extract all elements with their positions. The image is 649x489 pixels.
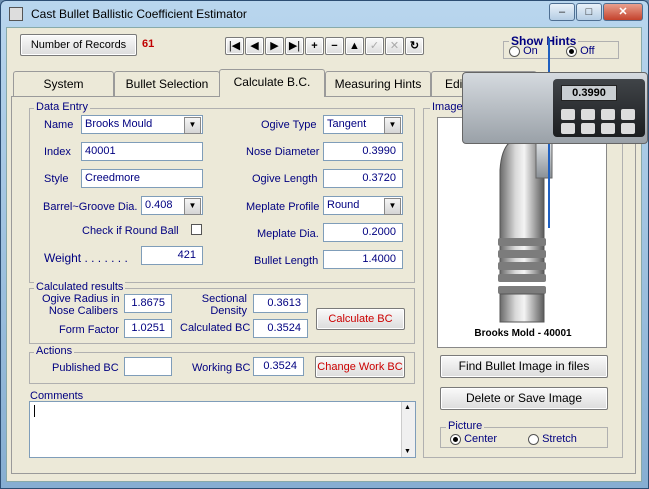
data-entry-legend: Data Entry [34, 101, 90, 113]
text-cursor [34, 405, 35, 417]
published-bc-label: Published BC [52, 362, 119, 374]
edit-record-button[interactable]: ✓ [365, 37, 384, 55]
chevron-down-icon[interactable]: ▼ [184, 117, 201, 134]
calculate-bc-button[interactable]: Calculate BC [316, 308, 405, 330]
close-button[interactable]: ✕ [603, 3, 643, 21]
first-record-button[interactable]: |◀ [225, 37, 244, 55]
barrel-groove-select[interactable]: 0.408 ▼ [141, 196, 203, 215]
caliper-key-icon [581, 123, 595, 134]
published-bc-input[interactable] [124, 357, 172, 376]
barrel-groove-label: Barrel~Groove Dia. [43, 201, 138, 213]
caliper-display-housing: 0.3990 [553, 79, 645, 137]
meplate-profile-label: Meplate Profile [246, 201, 320, 213]
meplate-dia-input[interactable]: 0.2000 [323, 223, 403, 242]
add-record-button[interactable]: + [305, 37, 324, 55]
ogive-type-select[interactable]: Tangent ▼ [323, 115, 403, 134]
style-input[interactable]: Creedmore [81, 169, 203, 188]
caliper-key-icon [561, 123, 575, 134]
radio-circle-icon [528, 433, 539, 445]
tab-calculate-bc[interactable]: Calculate B.C. [219, 69, 325, 97]
image-legend: Image [430, 101, 465, 113]
round-ball-label: Check if Round Ball [82, 225, 179, 237]
actions-legend: Actions [34, 345, 75, 357]
form-factor-label: Form Factor [59, 324, 119, 336]
meplate-dia-label: Meplate Dia. [257, 228, 319, 240]
move-up-button[interactable]: ▲ [345, 37, 364, 55]
round-ball-checkbox[interactable] [191, 224, 202, 235]
index-label: Index [44, 146, 71, 158]
number-of-records-button[interactable]: Number of Records [20, 34, 137, 56]
ogive-type-label: Ogive Type [261, 119, 317, 131]
radio-selected-icon [566, 45, 577, 57]
form-factor-value: 1.0251 [124, 319, 172, 338]
caliper-key-icon [561, 109, 575, 120]
index-input[interactable]: 40001 [81, 142, 203, 161]
name-label: Name [44, 119, 74, 131]
delete-or-save-image-button[interactable]: Delete or Save Image [440, 387, 608, 410]
working-bc-label: Working BC [192, 362, 251, 374]
next-record-button[interactable]: ▶ [265, 37, 284, 55]
bullet-image-caption: Brooks Mold - 40001 [474, 328, 572, 339]
chevron-down-icon[interactable]: ▼ [384, 117, 401, 134]
refresh-button[interactable]: ↻ [405, 37, 424, 55]
window-title: Cast Bullet Ballistic Coefficient Estima… [31, 7, 247, 21]
ogive-radius-value: 1.8675 [124, 294, 172, 313]
radio-selected-icon [450, 433, 461, 445]
caliper-key-icon [621, 123, 635, 134]
app-icon [9, 7, 23, 21]
nose-diameter-label: Nose Diameter [246, 146, 320, 158]
weight-input[interactable]: 421 [141, 246, 203, 265]
calculated-bc-label: Calculated BC [180, 322, 251, 334]
name-select[interactable]: Brooks Mould ▼ [81, 115, 203, 134]
maximize-button[interactable]: □ [576, 3, 602, 21]
chevron-down-icon[interactable]: ▼ [184, 198, 201, 215]
tab-system[interactable]: System [13, 71, 114, 96]
picture-center-radio[interactable]: Center [450, 433, 497, 445]
tab-bullet-selection[interactable]: Bullet Selection [114, 71, 220, 96]
ogive-length-input[interactable]: 0.3720 [323, 169, 403, 188]
previous-record-button[interactable]: ◀ [245, 37, 264, 55]
weight-label: Weight . . . . . . . [44, 251, 128, 265]
picture-legend: Picture [446, 420, 485, 432]
cancel-edit-button[interactable]: ✕ [385, 37, 404, 55]
nose-diameter-input[interactable]: 0.3990 [323, 142, 403, 161]
calculated-results-legend: Calculated results [34, 281, 126, 293]
caliper-key-icon [621, 109, 635, 120]
bullet-length-label: Bullet Length [254, 255, 319, 267]
meplate-profile-select[interactable]: Round ▼ [323, 196, 403, 215]
caliper-key-icon [601, 109, 615, 120]
tab-measuring-hints[interactable]: Measuring Hints [325, 71, 431, 96]
comments-textarea[interactable]: ▲ ▼ [29, 401, 416, 458]
caliper-key-icon [601, 123, 615, 134]
hints-off-radio[interactable]: Off [566, 45, 595, 57]
find-bullet-image-button[interactable]: Find Bullet Image in files [440, 355, 608, 378]
bullet-length-input[interactable]: 1.4000 [323, 250, 403, 269]
last-record-button[interactable]: ▶| [285, 37, 304, 55]
sectional-density-value: 0.3613 [253, 294, 308, 313]
ogive-radius-label: Ogive Radius in Nose Calibers [42, 293, 120, 317]
style-label: Style [44, 173, 69, 185]
bullet-image-panel: Brooks Mold - 40001 [437, 117, 607, 348]
title-bar[interactable]: Cast Bullet Ballistic Coefficient Estima… [1, 1, 648, 27]
sectional-density-label: Sectional Density [201, 293, 247, 317]
chevron-down-icon[interactable]: ▼ [384, 198, 401, 215]
picture-stretch-radio[interactable]: Stretch [528, 433, 577, 445]
records-count: 61 [142, 38, 155, 50]
calculated-bc-value: 0.3524 [253, 319, 308, 338]
caliper-body: 0.3990 [462, 72, 648, 144]
scroll-up-icon[interactable]: ▲ [404, 404, 411, 411]
caliper-key-icon [581, 109, 595, 120]
ogive-length-label: Ogive Length [252, 173, 318, 185]
hints-on-radio[interactable]: On [509, 45, 538, 57]
scroll-down-icon[interactable]: ▼ [404, 448, 411, 455]
radio-circle-icon [509, 45, 520, 57]
delete-record-button[interactable]: − [325, 37, 344, 55]
change-work-bc-button[interactable]: Change Work BC [315, 356, 405, 378]
minimize-button[interactable]: – [549, 3, 575, 21]
comments-scrollbar[interactable]: ▲ ▼ [401, 402, 415, 457]
working-bc-value: 0.3524 [253, 357, 304, 376]
caliper-readout: 0.3990 [561, 85, 617, 101]
bullet-picture [498, 118, 553, 323]
